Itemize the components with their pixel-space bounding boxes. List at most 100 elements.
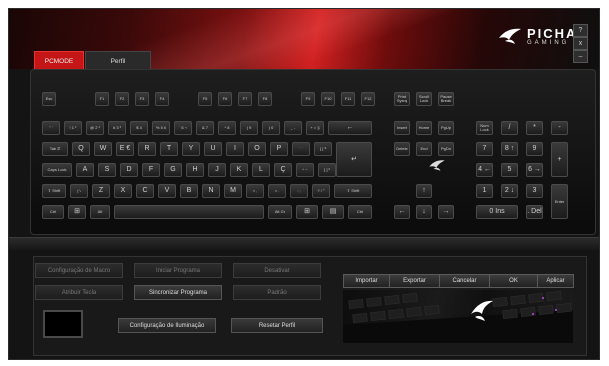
key-menu[interactable]: ▤ bbox=[322, 205, 344, 219]
key-f10[interactable]: F10 bbox=[321, 92, 335, 106]
key-y[interactable]: Y bbox=[182, 142, 200, 156]
key-x[interactable]: X bbox=[114, 184, 132, 198]
key-semicolon[interactable]: : ; bbox=[290, 184, 308, 198]
reset-profile-button[interactable]: Resetar Perfil bbox=[231, 318, 323, 333]
key-5[interactable]: % 5 ¢ bbox=[152, 121, 170, 135]
tab-pcmode[interactable]: PCMODE bbox=[34, 51, 84, 69]
key-scroll-lock[interactable]: Scroll Lock bbox=[416, 92, 432, 106]
key-acute[interactable]: ` ´ bbox=[292, 142, 310, 156]
key-num-dot[interactable]: . Del bbox=[526, 205, 543, 219]
key-m[interactable]: M bbox=[224, 184, 242, 198]
key-i[interactable]: I bbox=[226, 142, 244, 156]
key-right-ctrl[interactable]: Ctrl bbox=[348, 205, 372, 219]
key-c[interactable]: C bbox=[136, 184, 154, 198]
key-z[interactable]: Z bbox=[92, 184, 110, 198]
key-s[interactable]: S bbox=[98, 163, 116, 177]
key-a[interactable]: A bbox=[76, 163, 94, 177]
key-6[interactable]: ¨ 6 ¬ bbox=[174, 121, 192, 135]
key-bracket-close[interactable]: } ] º bbox=[318, 163, 336, 177]
key-7[interactable]: & 7 bbox=[196, 121, 214, 135]
key-num-6[interactable]: 6 → bbox=[526, 163, 543, 177]
key-tilde[interactable]: ^ ~ bbox=[296, 163, 314, 177]
key-arrow-down[interactable]: ↓ bbox=[416, 205, 432, 219]
key-2[interactable]: @ 2 ² bbox=[86, 121, 104, 135]
key-pgup[interactable]: PgUp bbox=[438, 121, 454, 135]
key-end[interactable]: End bbox=[416, 142, 432, 156]
key-f1[interactable]: F1 bbox=[95, 92, 109, 106]
close-button[interactable]: x bbox=[573, 37, 588, 50]
key-capslock[interactable]: Caps Lock bbox=[42, 163, 72, 177]
key-c-cedilla[interactable]: Ç bbox=[274, 163, 292, 177]
key-num-0[interactable]: 0 Ins bbox=[476, 205, 518, 219]
apply-button[interactable]: Aplicar bbox=[537, 274, 574, 288]
key-9[interactable]: ( 9 bbox=[240, 121, 258, 135]
key-num-minus[interactable]: - bbox=[551, 121, 568, 135]
key-f5[interactable]: F5 bbox=[198, 92, 212, 106]
key-right-windows[interactable]: ⊞ bbox=[296, 205, 318, 219]
ok-button[interactable]: OK bbox=[489, 274, 538, 288]
key-f4[interactable]: F4 bbox=[155, 92, 169, 106]
key-f12[interactable]: F12 bbox=[361, 92, 375, 106]
key-4[interactable]: $ 4 bbox=[130, 121, 148, 135]
key-backslash[interactable]: | \ bbox=[70, 184, 88, 198]
key-space[interactable] bbox=[114, 205, 264, 219]
lighting-config-button[interactable]: Configuração de Iluminação bbox=[118, 318, 216, 333]
key-r[interactable]: R bbox=[138, 142, 156, 156]
key-print[interactable]: Print Sysrq bbox=[394, 92, 410, 106]
key-equals[interactable]: + = § bbox=[306, 121, 324, 135]
key-num-4[interactable]: 4 ← bbox=[476, 163, 493, 177]
import-button[interactable]: Importar bbox=[343, 274, 390, 288]
key-alt[interactable]: Alt bbox=[90, 205, 110, 219]
cancel-button[interactable]: Cancelar bbox=[439, 274, 490, 288]
key-num-2[interactable]: 2 ↓ bbox=[501, 184, 518, 198]
key-insert[interactable]: Insert bbox=[394, 121, 410, 135]
key-w[interactable]: W bbox=[94, 142, 112, 156]
key-num-7[interactable]: 7 bbox=[476, 142, 493, 156]
key-slash[interactable]: ? / ° bbox=[312, 184, 330, 198]
key-v[interactable]: V bbox=[158, 184, 176, 198]
key-e[interactable]: E € bbox=[116, 142, 134, 156]
key-num-5[interactable]: 5 bbox=[501, 163, 518, 177]
key-k[interactable]: K bbox=[230, 163, 248, 177]
key-d[interactable]: D bbox=[120, 163, 138, 177]
key-num-9[interactable]: 9 bbox=[526, 142, 543, 156]
key-arrow-right[interactable]: → bbox=[438, 205, 454, 219]
key-left-shift[interactable]: ⇧ Shift bbox=[42, 184, 66, 198]
key-num-1[interactable]: 1 bbox=[476, 184, 493, 198]
key-num-3[interactable]: 3 bbox=[526, 184, 543, 198]
key-f11[interactable]: F11 bbox=[341, 92, 355, 106]
key-g[interactable]: G bbox=[164, 163, 182, 177]
key-num-enter[interactable]: Enter bbox=[551, 184, 568, 219]
key-j[interactable]: J bbox=[208, 163, 226, 177]
key-left-ctrl[interactable]: Ctrl bbox=[42, 205, 64, 219]
key-backspace[interactable]: ← bbox=[328, 121, 372, 135]
sync-program-button[interactable]: Sincronizar Programa bbox=[134, 285, 222, 300]
disable-button[interactable]: Desativar bbox=[233, 263, 321, 278]
key-esc[interactable]: Esc bbox=[42, 92, 56, 106]
key-arrow-up[interactable]: ↑ bbox=[416, 184, 432, 198]
key-home[interactable]: Home bbox=[416, 121, 432, 135]
key-q[interactable]: Q bbox=[72, 142, 90, 156]
key-f3[interactable]: F3 bbox=[135, 92, 149, 106]
key-f6[interactable]: F6 bbox=[218, 92, 232, 106]
macro-config-button[interactable]: Configuração de Macro bbox=[35, 263, 123, 278]
key-minus[interactable]: _ - bbox=[284, 121, 302, 135]
key-comma[interactable]: < , bbox=[246, 184, 264, 198]
key-bracket-open[interactable]: { [ ª bbox=[314, 142, 332, 156]
key-f8[interactable]: F8 bbox=[258, 92, 272, 106]
assign-key-button[interactable]: Atribuir Tecla bbox=[35, 285, 123, 300]
key-num-multiply[interactable]: * bbox=[526, 121, 543, 135]
key-8[interactable]: * 8 bbox=[218, 121, 236, 135]
key-t[interactable]: T bbox=[160, 142, 178, 156]
key-delete[interactable]: Delete bbox=[394, 142, 410, 156]
key-l[interactable]: L bbox=[252, 163, 270, 177]
key-altgr[interactable]: Alt Gr bbox=[268, 205, 292, 219]
launch-program-button[interactable]: Iniciar Programa bbox=[134, 263, 222, 278]
key-numlock[interactable]: Num Lock bbox=[476, 121, 493, 135]
key-right-shift[interactable]: ⇧ Shift bbox=[334, 184, 372, 198]
key-num-divide[interactable]: / bbox=[501, 121, 518, 135]
key-period[interactable]: > . bbox=[268, 184, 286, 198]
key-pause[interactable]: Pause Break bbox=[438, 92, 454, 106]
key-1[interactable]: ! 1 ¹ bbox=[64, 121, 82, 135]
key-f9[interactable]: F9 bbox=[301, 92, 315, 106]
